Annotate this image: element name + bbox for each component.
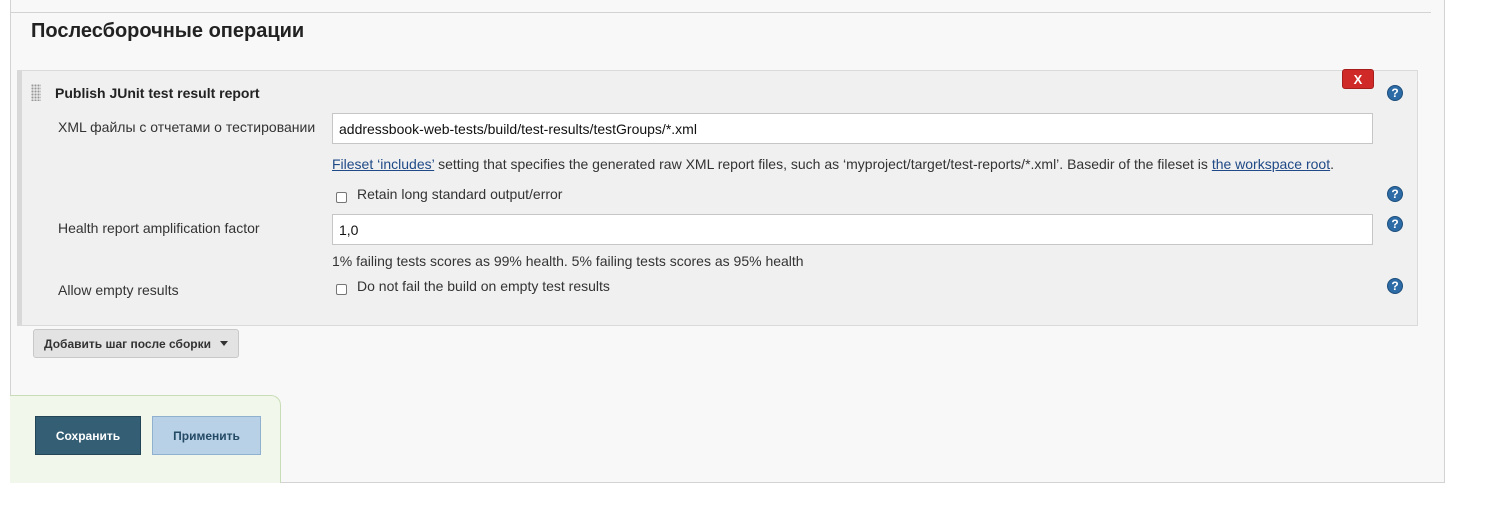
divider	[11, 12, 1431, 13]
xml-files-description: Fileset ‘includes’ setting that specifie…	[332, 156, 1334, 172]
retain-output-help-icon[interactable]: ?	[1387, 186, 1403, 202]
apply-button[interactable]: Применить	[152, 416, 261, 455]
add-step-label: Добавить шаг после сборки	[44, 336, 211, 351]
drag-handle-icon[interactable]	[31, 84, 41, 101]
step-title: Publish JUnit test result report	[55, 85, 260, 101]
retain-output-option[interactable]: Retain long standard output/error	[336, 184, 562, 203]
dropdown-caret-icon	[220, 341, 228, 346]
allow-empty-checkbox[interactable]	[336, 284, 347, 295]
health-factor-input[interactable]: 1,0	[332, 214, 1373, 245]
section-title: Послесборочные операции	[31, 20, 305, 42]
health-factor-help-icon[interactable]: ?	[1387, 216, 1403, 232]
allow-empty-option[interactable]: Do not fail the build on empty test resu…	[336, 276, 610, 295]
xml-files-label: XML файлы с отчетами о тестировании	[58, 119, 316, 135]
fileset-includes-link[interactable]: Fileset ‘includes’	[332, 156, 434, 172]
xml-files-input[interactable]: addressbook-web-tests/build/test-results…	[332, 113, 1373, 144]
allow-empty-label: Allow empty results	[58, 282, 179, 298]
allow-empty-help-icon[interactable]: ?	[1387, 278, 1403, 294]
allow-empty-checkbox-label: Do not fail the build on empty test resu…	[357, 277, 610, 294]
health-factor-label: Health report amplification factor	[58, 220, 260, 236]
add-post-build-step-button[interactable]: Добавить шаг после сборки	[33, 329, 239, 358]
delete-step-button[interactable]: X	[1342, 69, 1374, 89]
retain-output-label: Retain long standard output/error	[357, 185, 563, 202]
workspace-root-link[interactable]: the workspace root	[1212, 156, 1330, 172]
xml-files-desc-text: setting that specifies the generated raw…	[434, 156, 1212, 172]
junit-publisher-step: Publish JUnit test result report X ? XML…	[17, 69, 1418, 326]
xml-files-desc-end: .	[1330, 156, 1334, 172]
save-button[interactable]: Сохранить	[35, 416, 141, 455]
health-factor-description: 1% failing tests scores as 99% health. 5…	[332, 253, 804, 269]
retain-output-checkbox[interactable]	[336, 192, 347, 203]
step-help-icon[interactable]: ?	[1387, 85, 1403, 101]
